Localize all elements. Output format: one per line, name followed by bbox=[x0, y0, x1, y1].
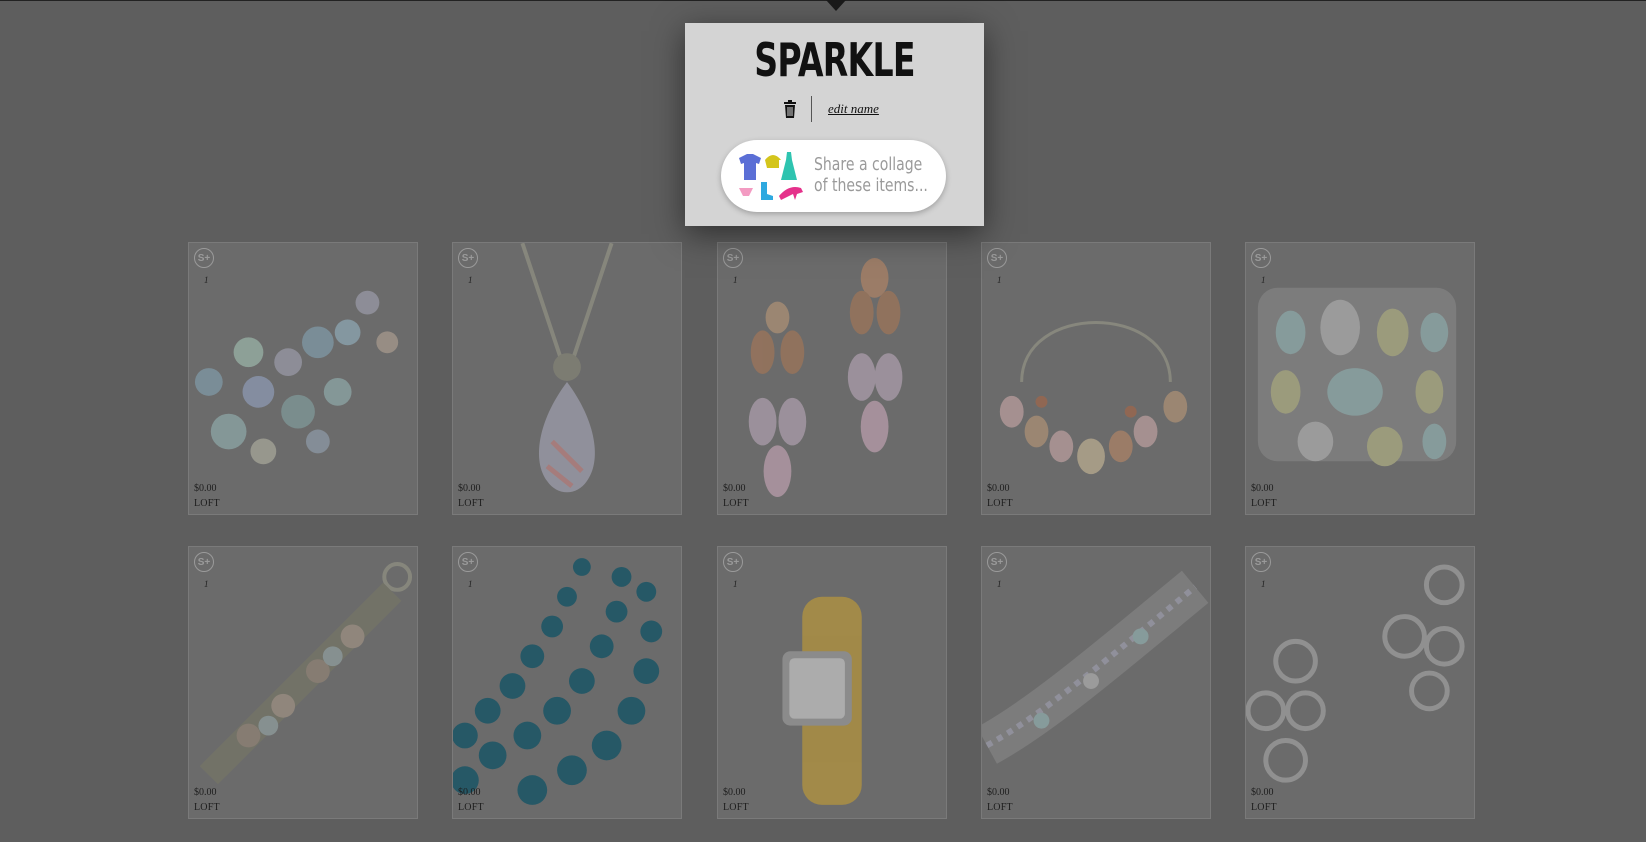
s-plus-badge-icon[interactable]: S+ bbox=[458, 248, 478, 268]
product-image bbox=[520, 243, 614, 493]
board-title: SPARKLE bbox=[754, 33, 915, 87]
product-card[interactable]: S+ 1 $0.00 LOFT bbox=[1245, 546, 1475, 819]
product-card[interactable]: S+ 1 $0.00 LOFT bbox=[981, 242, 1211, 515]
save-count: 1 bbox=[468, 579, 473, 589]
product-price: $0.00 bbox=[458, 787, 481, 798]
product-image bbox=[982, 570, 1209, 764]
product-image bbox=[453, 558, 663, 805]
product-brand: LOFT bbox=[723, 498, 749, 509]
s-plus-badge-icon[interactable]: S+ bbox=[194, 552, 214, 572]
product-brand: LOFT bbox=[723, 802, 749, 813]
s-plus-badge-icon[interactable]: S+ bbox=[723, 248, 743, 268]
product-price: $0.00 bbox=[987, 483, 1010, 494]
product-brand: LOFT bbox=[194, 498, 220, 509]
s-plus-badge-icon[interactable]: S+ bbox=[1251, 248, 1271, 268]
collage-clothing-icon bbox=[739, 152, 803, 200]
product-card[interactable]: S+ 1 $0.00 LOFT bbox=[188, 242, 418, 515]
save-count: 1 bbox=[997, 275, 1002, 285]
save-count: 1 bbox=[204, 275, 209, 285]
product-price: $0.00 bbox=[194, 787, 217, 798]
board-popup: SPARKLE edit name Share a collage of the… bbox=[685, 23, 984, 226]
share-label-line2: of these items... bbox=[814, 175, 928, 196]
s-plus-badge-icon[interactable]: S+ bbox=[987, 552, 1007, 572]
board-actions: edit name bbox=[685, 96, 984, 122]
share-label-line1: Share a collage bbox=[814, 154, 923, 175]
product-card[interactable]: S+ 1 $0.00 LOFT bbox=[981, 546, 1211, 819]
s-plus-badge-icon[interactable]: S+ bbox=[723, 552, 743, 572]
product-price: $0.00 bbox=[194, 483, 217, 494]
product-image bbox=[748, 258, 903, 497]
product-brand: LOFT bbox=[1251, 498, 1277, 509]
product-card[interactable]: S+ 1 $0.00 LOFT bbox=[188, 546, 418, 819]
product-image bbox=[1257, 287, 1457, 467]
product-card[interactable]: S+ 1 $0.00 LOFT bbox=[452, 546, 682, 819]
action-separator bbox=[811, 96, 812, 122]
product-price: $0.00 bbox=[1251, 787, 1274, 798]
product-brand: LOFT bbox=[1251, 802, 1277, 813]
s-plus-badge-icon[interactable]: S+ bbox=[194, 248, 214, 268]
save-count: 1 bbox=[997, 579, 1002, 589]
product-card[interactable]: S+ 1 $0.00 LOFT bbox=[717, 242, 947, 515]
product-brand: LOFT bbox=[458, 802, 484, 813]
save-count: 1 bbox=[1261, 579, 1266, 589]
save-count: 1 bbox=[733, 275, 738, 285]
edit-name-link[interactable]: edit name bbox=[828, 101, 879, 117]
product-brand: LOFT bbox=[987, 498, 1013, 509]
s-plus-badge-icon[interactable]: S+ bbox=[987, 248, 1007, 268]
popup-pointer bbox=[826, 0, 846, 11]
save-count: 1 bbox=[733, 579, 738, 589]
product-image bbox=[1246, 564, 1465, 783]
product-image bbox=[194, 290, 399, 465]
share-collage-label: Share a collage of these items... bbox=[814, 154, 928, 196]
product-brand: LOFT bbox=[458, 498, 484, 509]
product-card[interactable]: S+ 1 $0.00 LOFT bbox=[1245, 242, 1475, 515]
product-image bbox=[199, 562, 413, 785]
share-collage-button[interactable]: Share a collage of these items... bbox=[721, 140, 946, 212]
product-price: $0.00 bbox=[987, 787, 1010, 798]
product-card[interactable]: S+ 1 $0.00 LOFT bbox=[717, 546, 947, 819]
trash-icon[interactable] bbox=[783, 100, 797, 118]
product-price: $0.00 bbox=[458, 483, 481, 494]
product-price: $0.00 bbox=[723, 787, 746, 798]
save-count: 1 bbox=[468, 275, 473, 285]
product-brand: LOFT bbox=[987, 802, 1013, 813]
save-count: 1 bbox=[204, 579, 209, 589]
product-price: $0.00 bbox=[723, 483, 746, 494]
s-plus-badge-icon[interactable]: S+ bbox=[458, 552, 478, 572]
product-price: $0.00 bbox=[1251, 483, 1274, 494]
product-card[interactable]: S+ 1 $0.00 LOFT bbox=[452, 242, 682, 515]
product-image bbox=[782, 596, 862, 805]
save-count: 1 bbox=[1261, 275, 1266, 285]
product-brand: LOFT bbox=[194, 802, 220, 813]
product-image bbox=[999, 321, 1188, 475]
s-plus-badge-icon[interactable]: S+ bbox=[1251, 552, 1271, 572]
